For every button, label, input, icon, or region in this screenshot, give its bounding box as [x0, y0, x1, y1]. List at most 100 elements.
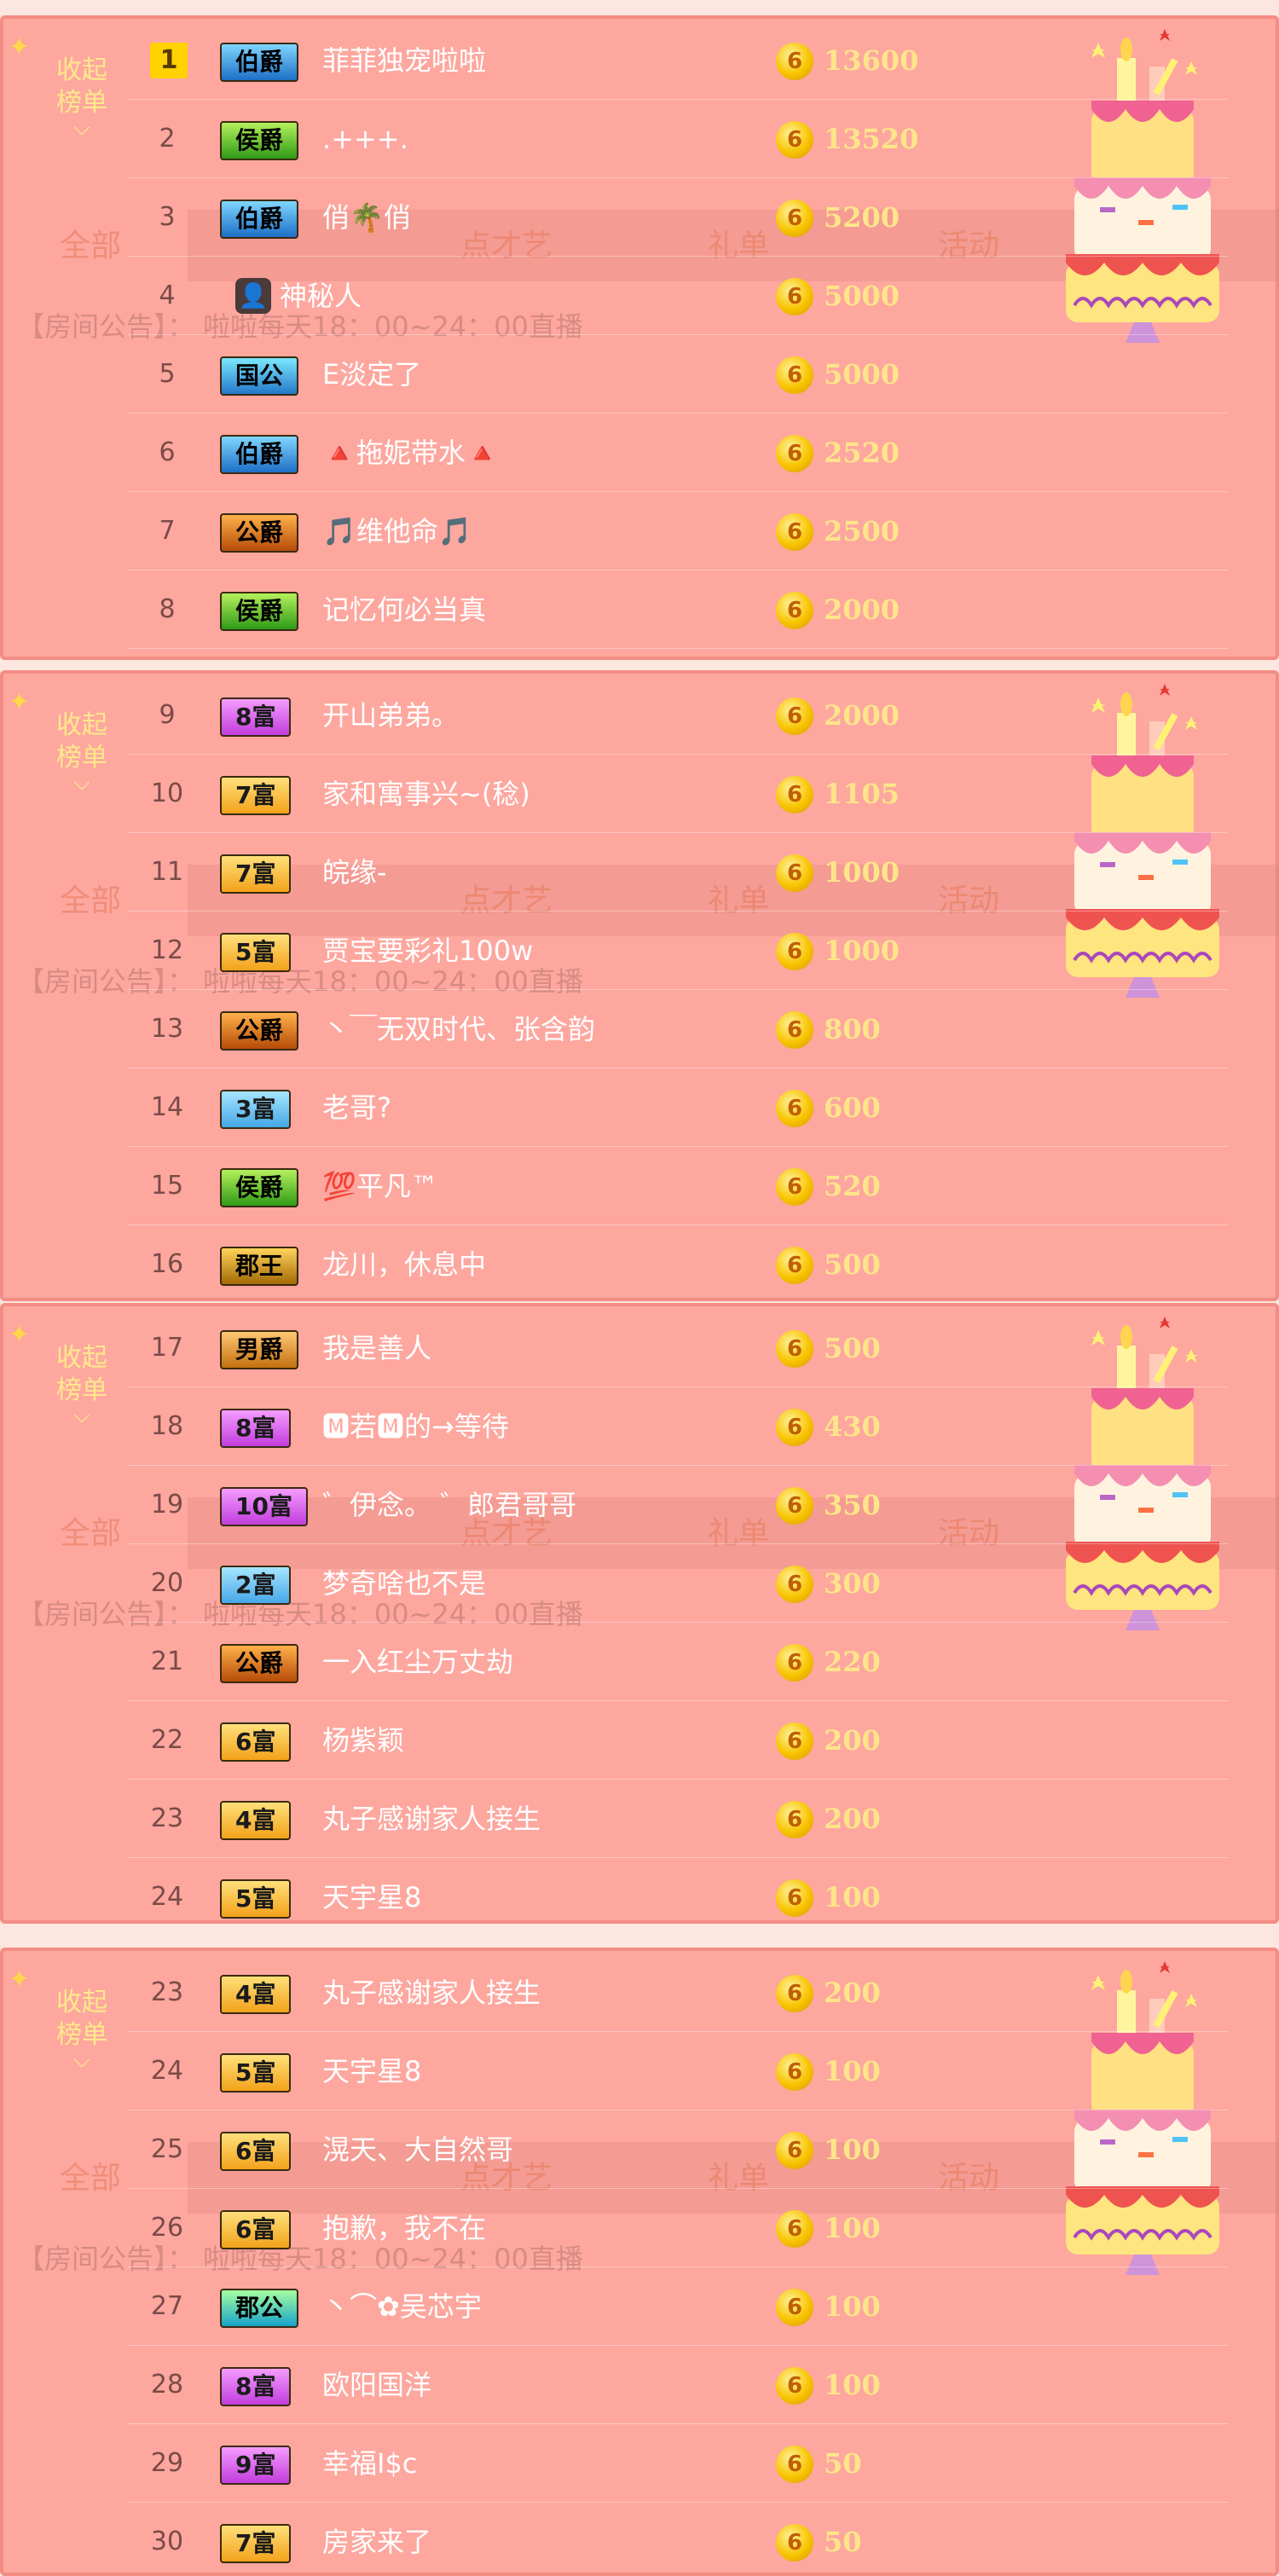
coin-icon: 6 [776, 2524, 813, 2562]
leaderboard-row[interactable]: 20 2富 梦奇啥也不是 6 300 [128, 1545, 1228, 1623]
leaderboard-row[interactable]: 15 侯爵 💯平凡™ 6 520 [128, 1148, 1228, 1225]
rank-number: 26 [150, 2213, 184, 2243]
collapse-label-line2: 榜单 [56, 1375, 107, 1405]
leaderboard-row[interactable]: 13 公爵 丶￣无双时代、张含韵 6 800 [128, 991, 1228, 1068]
leaderboard-row[interactable]: 19 10富 ゛伊念。 ゛郎君哥哥 6 350 [128, 1467, 1228, 1544]
leaderboard-row[interactable]: 16 郡王 龙川，休息中 6 500 [128, 1226, 1228, 1301]
leaderboard-row[interactable]: 2 侯爵 .+++. 6 13520 [128, 101, 1228, 178]
leaderboard-panel: 全部 点才艺 礼单 活动 【房间公告】： 啦啦每天18：00~24：00直播 收起 榜单 ⌵ ✦… [0, 15, 1279, 660]
leaderboard-row[interactable]: 11 7富 皖缘- 6 1000 [128, 834, 1228, 912]
leaderboard-row[interactable]: 30 7富 房家来了 6 50 [128, 2504, 1228, 2576]
leaderboard-row[interactable]: 9 8富 开山弟弟。 6 2000 [128, 677, 1228, 755]
coin-icon: 6 [776, 43, 813, 80]
contribution-value: 50 [824, 2447, 862, 2480]
leaderboard-row[interactable]: 23 4富 丸子感谢家人接生 6 200 [128, 1780, 1228, 1858]
leaderboard-row[interactable]: 17 男爵 我是善人 6 500 [128, 1310, 1228, 1387]
coin-icon: 6 [776, 776, 813, 813]
rank-badge: 公爵 [220, 513, 299, 553]
leaderboard-row[interactable]: 5 国公 E淡定了 6 5000 [128, 336, 1228, 414]
leaderboard-row[interactable]: 6 伯爵 🔺拖妮带水🔺 6 2520 [128, 414, 1228, 492]
rank-badge: 国公 [220, 356, 299, 396]
collapse-leaderboard-button[interactable]: 收起 榜单 ⌵ [31, 709, 133, 796]
rank-number: 30 [150, 2527, 184, 2556]
leaderboard-row[interactable]: 28 8富 欧阳国洋 6 100 [128, 2347, 1228, 2424]
leaderboard-row[interactable]: 3 伯爵 俏🌴俏 6 5200 [128, 179, 1228, 257]
background-tab: 全部 [60, 883, 122, 918]
collapse-leaderboard-button[interactable]: 收起 榜单 ⌵ [31, 1342, 133, 1427]
leaderboard-row[interactable]: 27 郡公 丶⌒✿吴芯宇 6 100 [128, 2268, 1228, 2346]
rank-badge: 8富 [220, 2367, 292, 2406]
leaderboard-row[interactable]: 4 👤 神秘人 6 5000 [128, 258, 1228, 335]
leaderboard-row[interactable]: 18 8富 🅼若🅼的→等待 6 430 [128, 1388, 1228, 1466]
user-name: 皖缘- [322, 856, 387, 889]
user-name: 丶￣无双时代、张含韵 [322, 1013, 596, 1045]
user-name: 💯平凡™ [322, 1170, 438, 1202]
collapse-label-line1: 收起 [56, 1988, 107, 2017]
leaderboard-row[interactable]: 14 3富 老哥? 6 600 [128, 1069, 1228, 1147]
leaderboard-row[interactable]: 1 伯爵 菲菲独宠啦啦 6 13600 [128, 22, 1228, 100]
background-tab: 全部 [60, 2161, 122, 2196]
user-name: .+++. [322, 123, 408, 155]
mystery-user-icon: 👤 [235, 278, 271, 314]
leaderboard-row[interactable]: 8 侯爵 记忆何必当真 6 2000 [128, 571, 1228, 649]
rank-badge: 6富 [220, 1722, 292, 1762]
collapse-leaderboard-button[interactable]: 收起 榜单 ⌵ [31, 1987, 133, 2071]
collapse-leaderboard-button[interactable]: 收起 榜单 ⌵ [31, 55, 133, 139]
rank-badge: 4富 [220, 1975, 292, 2014]
coin-icon: 6 [776, 1247, 813, 1284]
user-name: 老哥? [322, 1091, 391, 1124]
leaderboard-row[interactable]: 7 公爵 🎵维他命🎵 6 2500 [128, 493, 1228, 570]
contribution-value: 2000 [824, 699, 900, 732]
leaderboard-row[interactable]: 26 6富 抱歉，我不在 6 100 [128, 2190, 1228, 2267]
contribution-value: 1105 [824, 778, 900, 810]
coin-icon: 6 [776, 592, 813, 629]
rank-badge: 4富 [220, 1801, 292, 1840]
contribution-value: 100 [824, 2212, 881, 2244]
user-name: ゛伊念。 ゛郎君哥哥 [322, 1489, 577, 1521]
coin-icon: 6 [776, 1722, 813, 1760]
contribution-value: 2000 [824, 593, 900, 626]
leaderboard-row[interactable]: 29 9富 幸福I$c 6 50 [128, 2425, 1228, 2503]
user-name: 开山弟弟。 [322, 699, 460, 732]
rank-badge: 侯爵 [220, 121, 299, 160]
leaderboard-row[interactable]: 24 5富 天宇星8 6 100 [128, 1859, 1228, 1924]
collapse-label-line1: 收起 [56, 55, 107, 85]
leaderboard-row[interactable]: 22 6富 杨紫颖 6 200 [128, 1702, 1228, 1780]
rank-badge: 5富 [220, 933, 292, 972]
contribution-value: 13600 [824, 44, 919, 77]
chevron-down-icon: ⌵ [73, 770, 90, 796]
user-name: 龙川，休息中 [322, 1248, 487, 1281]
rank-badge: 7富 [220, 854, 292, 894]
rank-number: 29 [150, 2448, 184, 2478]
leaderboard-row[interactable]: 25 6富 滉天、大自然哥 6 100 [128, 2111, 1228, 2189]
rank-badge: 伯爵 [220, 435, 299, 474]
rank-badge: 侯爵 [220, 592, 299, 631]
coin-icon: 6 [776, 2289, 813, 2326]
background-tab: 全部 [60, 1516, 122, 1551]
leaderboard-row[interactable]: 12 5富 贾宝要彩礼100w 6 1000 [128, 912, 1228, 990]
rank-badge: 侯爵 [220, 1168, 299, 1207]
leaderboard-row[interactable]: 21 公爵 一入红尘万丈劫 6 220 [128, 1624, 1228, 1701]
rank-badge: 3富 [220, 1090, 292, 1129]
coin-icon: 6 [776, 2367, 813, 2405]
user-name: 天宇星8 [322, 2055, 422, 2087]
coin-icon: 6 [776, 1168, 813, 1206]
contribution-value: 5200 [824, 201, 900, 234]
leaderboard-row[interactable]: 24 5富 天宇星8 6 100 [128, 2033, 1228, 2110]
contribution-value: 1000 [824, 935, 900, 967]
leaderboard-row[interactable]: 10 7富 家和寓事兴~(稔) 6 1105 [128, 755, 1228, 833]
coin-icon: 6 [776, 1644, 813, 1682]
sparkle-icon: ✦ [9, 1320, 31, 1350]
rank-number: 16 [150, 1249, 184, 1279]
coin-icon: 6 [776, 2210, 813, 2248]
rank-number: 21 [150, 1647, 184, 1676]
coin-icon: 6 [776, 1975, 813, 2012]
rank-number: 10 [150, 779, 184, 808]
contribution-value: 220 [824, 1646, 881, 1678]
rank-number: 25 [150, 2134, 184, 2164]
leaderboard-row[interactable]: 23 4富 丸子感谢家人接生 6 200 [128, 1954, 1228, 2032]
rank-number: 24 [150, 1882, 184, 1912]
coin-icon: 6 [776, 278, 813, 315]
user-name: 梦奇啥也不是 [322, 1567, 487, 1600]
rank-badge: 6富 [220, 2210, 292, 2249]
